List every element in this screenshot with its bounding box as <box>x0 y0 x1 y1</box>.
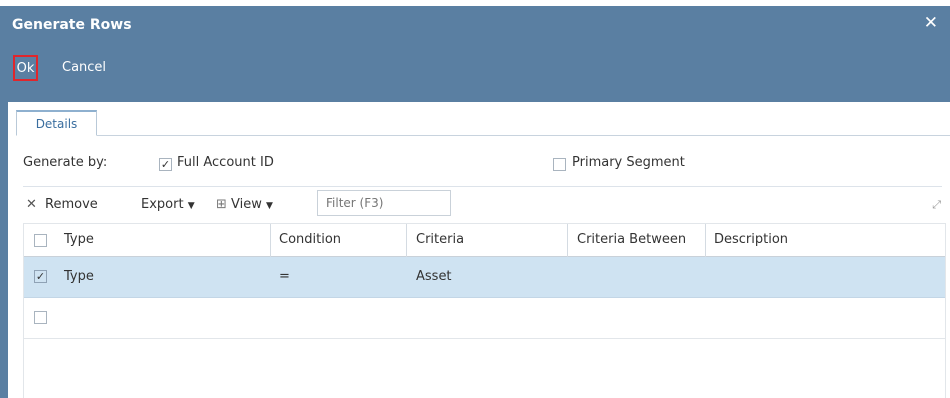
row-checkbox[interactable] <box>34 311 47 324</box>
full-account-id-checkbox[interactable]: ✓ <box>159 158 172 171</box>
criteria-grid: Type Condition Criteria Criteria Between… <box>23 223 946 398</box>
table-row[interactable]: ✓ Type = Asset <box>24 257 945 298</box>
row-checkbox[interactable]: ✓ <box>34 270 47 283</box>
dialog-titlebar: Generate Rows ✕ <box>0 6 950 45</box>
export-label: Export <box>141 197 184 212</box>
dialog-toolbar: Ok Cancel <box>0 45 950 102</box>
table-row[interactable] <box>24 298 945 339</box>
tab-strip: Details <box>16 109 950 136</box>
dialog-left-edge <box>0 102 8 398</box>
filter-input[interactable] <box>317 190 451 216</box>
remove-button[interactable]: ✕ Remove <box>26 197 98 212</box>
remove-label: Remove <box>45 197 98 212</box>
primary-segment-label: Primary Segment <box>572 155 685 170</box>
divider <box>23 186 942 187</box>
grid-icon: ⊞ <box>216 197 227 212</box>
caret-down-icon: ▼ <box>266 201 273 211</box>
column-header-condition[interactable]: Condition <box>271 224 407 257</box>
column-header-type[interactable]: Type <box>56 224 271 257</box>
column-header-criteria-between[interactable]: Criteria Between <box>568 224 706 257</box>
select-all-checkbox[interactable] <box>34 234 47 247</box>
tab-details[interactable]: Details <box>16 110 97 136</box>
cell-condition[interactable]: = <box>279 269 290 284</box>
grid-toolbar: ✕ Remove Export ▼ ⊞ View ▼ ⤢ <box>23 189 943 219</box>
view-dropdown[interactable]: ⊞ View ▼ <box>216 197 273 212</box>
cancel-button[interactable]: Cancel <box>62 60 106 75</box>
grid-header: Type Condition Criteria Criteria Between… <box>24 223 945 257</box>
close-icon: ✕ <box>26 197 37 212</box>
dialog-content: Details Generate by: ✓ Full Account ID P… <box>8 102 950 398</box>
generate-by-label: Generate by: <box>23 155 108 170</box>
full-account-id-label: Full Account ID <box>177 155 274 170</box>
cell-type[interactable]: Type <box>64 269 94 284</box>
generate-by-row: Generate by: ✓ Full Account ID Primary S… <box>23 155 943 175</box>
generate-rows-dialog: Generate Rows ✕ Ok Cancel Details Genera… <box>0 6 950 398</box>
close-icon[interactable]: ✕ <box>924 13 938 33</box>
caret-down-icon: ▼ <box>187 201 195 211</box>
cell-criteria[interactable]: Asset <box>416 269 452 284</box>
dialog-title: Generate Rows <box>12 17 132 33</box>
column-header-criteria[interactable]: Criteria <box>407 224 568 257</box>
primary-segment-checkbox[interactable] <box>553 158 566 171</box>
column-header-description[interactable]: Description <box>706 224 945 257</box>
view-label: View <box>231 197 262 212</box>
ok-button[interactable]: Ok <box>13 55 38 81</box>
expand-icon[interactable]: ⤢ <box>932 198 941 212</box>
export-dropdown[interactable]: Export ▼ <box>141 197 195 212</box>
